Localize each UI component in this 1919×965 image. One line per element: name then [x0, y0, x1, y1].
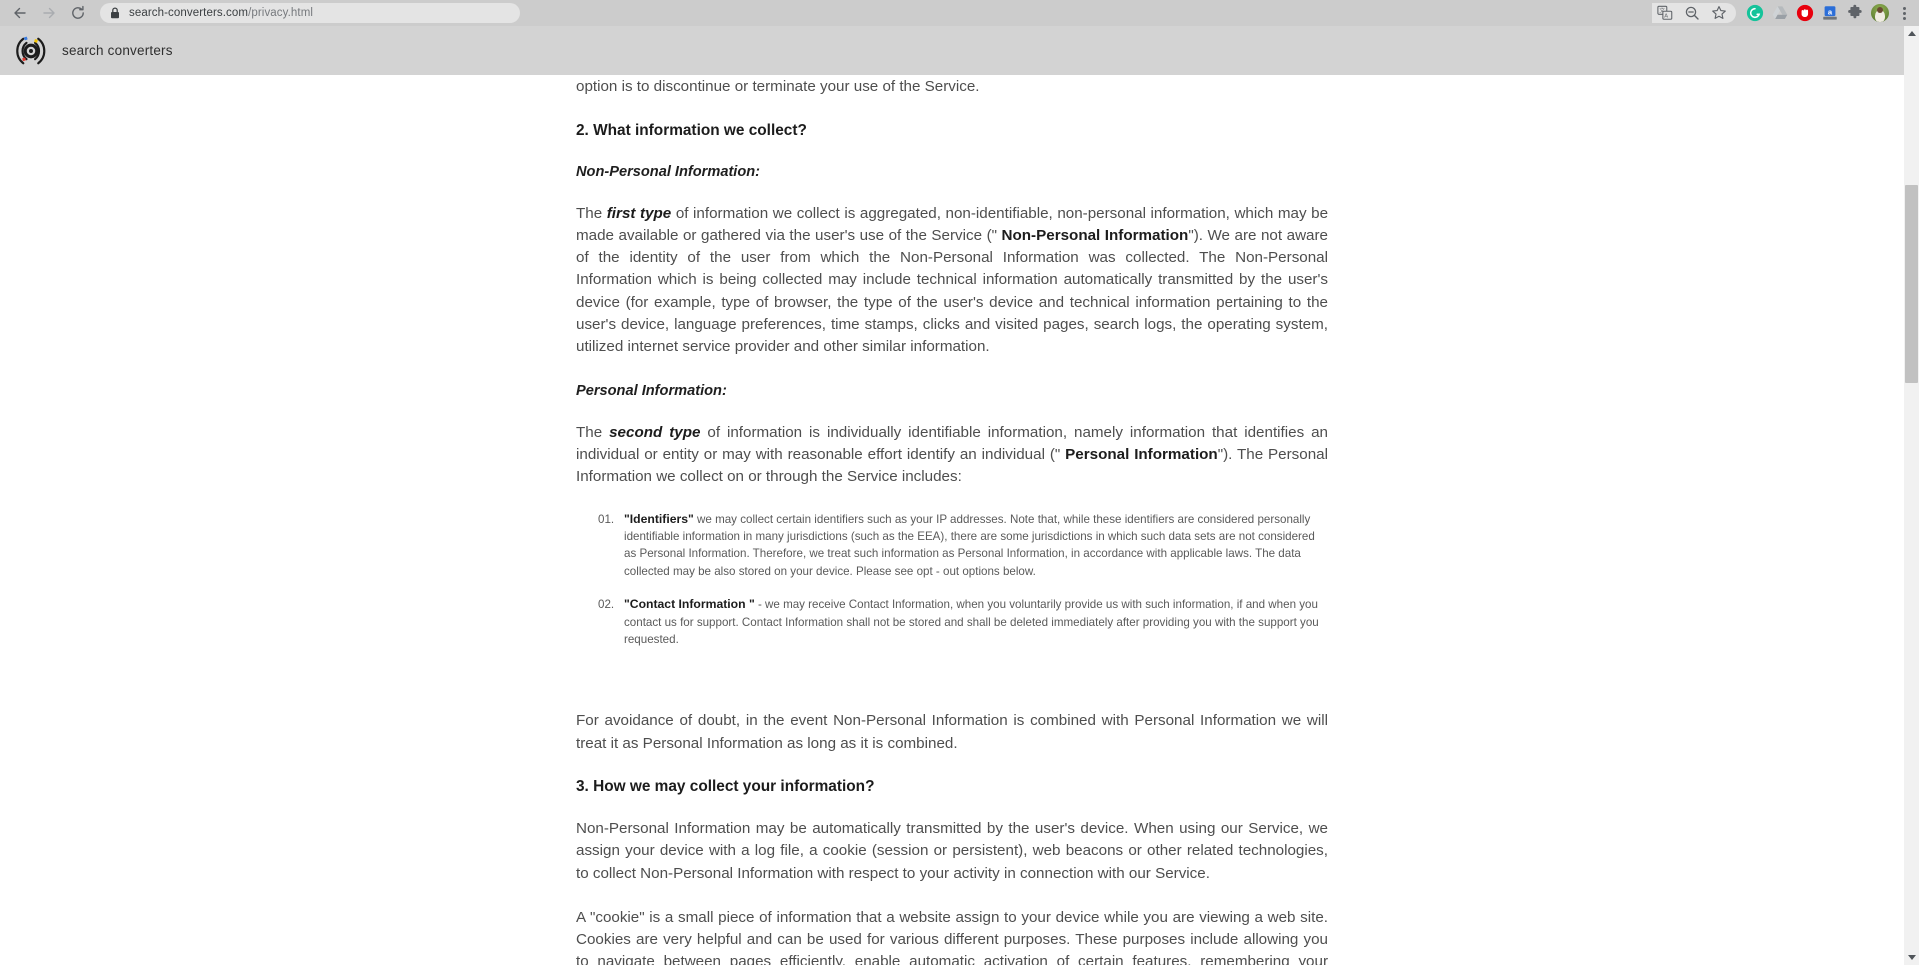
emphasis-first-type: first type — [606, 204, 672, 222]
forward-button[interactable] — [37, 1, 61, 25]
list-item: "Contact Information " - we may receive … — [598, 596, 1328, 648]
paragraph-first-type: The first type of information we collect… — [576, 203, 1328, 359]
brand[interactable]: search converters — [0, 32, 173, 70]
paragraph-cookie-definition: A "cookie" is a small piece of informati… — [576, 908, 1328, 965]
paragraph-second-type: The second type of information is indivi… — [576, 422, 1328, 489]
defined-term-non-personal-information: Non-Personal Information — [1001, 226, 1189, 244]
scroll-up-arrow-icon[interactable] — [1904, 26, 1919, 41]
navigation-buttons — [0, 1, 90, 25]
google-drive-extension-icon[interactable] — [1768, 2, 1792, 24]
text-fragment: The — [576, 204, 607, 222]
clipped-intro-paragraph: amendments from time to time. If you do … — [576, 78, 980, 96]
reload-icon — [72, 5, 84, 19]
text-fragment: The — [576, 423, 610, 441]
scroll-down-arrow-icon[interactable] — [1904, 950, 1919, 965]
emphasis-second-type: second type — [609, 423, 701, 441]
adblock-extension-icon[interactable] — [1793, 2, 1817, 24]
paragraph-collection-methods: Non-Personal Information may be automati… — [576, 820, 1328, 882]
back-button[interactable] — [8, 1, 32, 25]
heading-what-information-we-collect: 2. What information we collect? — [576, 121, 807, 139]
forward-arrow-icon — [43, 7, 55, 19]
zoom-search-icon[interactable] — [1681, 2, 1703, 24]
page-scrollbar[interactable] — [1904, 26, 1919, 965]
page-content: amendments from time to time. If you do … — [0, 75, 1904, 965]
list-item-term: "Contact Information " — [624, 597, 755, 612]
grammarly-extension-icon[interactable] — [1743, 2, 1767, 24]
heading-how-we-may-collect: 3. How we may collect your information? — [576, 778, 875, 795]
chrome-menu-icon[interactable] — [1893, 2, 1915, 24]
subheading-personal-information: Personal Information: — [576, 382, 727, 399]
omnibox-action-icons: 文 A — [1652, 3, 1736, 23]
amazon-assistant-extension-icon[interactable]: a — [1818, 2, 1842, 24]
toolbar-actions: 文 A a — [1652, 2, 1919, 24]
list-item-text: we may collect certain identifiers such … — [624, 512, 1315, 578]
browser-toolbar: search-converters.com/privacy.html 文 A a — [0, 0, 1919, 26]
extensions-puzzle-icon[interactable] — [1843, 2, 1867, 24]
lock-icon — [110, 7, 120, 19]
profile-avatar[interactable] — [1871, 4, 1889, 22]
address-bar-url: search-converters.com/privacy.html — [129, 7, 313, 19]
scrollbar-thumb[interactable] — [1905, 185, 1918, 383]
search-converters-logo-icon — [16, 36, 46, 64]
address-bar[interactable]: search-converters.com/privacy.html — [100, 3, 520, 23]
subheading-non-personal-information: Non-Personal Information: — [576, 163, 761, 180]
list-item-term: "Identifiers" — [624, 511, 694, 526]
svg-text:A: A — [1664, 14, 1668, 20]
translate-icon[interactable]: 文 A — [1654, 2, 1676, 24]
paragraph-avoidance-of-doubt: For avoidance of doubt, in the event Non… — [576, 712, 1328, 752]
bookmark-star-icon[interactable] — [1708, 2, 1730, 24]
reload-button[interactable] — [66, 1, 90, 25]
back-arrow-icon — [14, 7, 26, 19]
page-viewport: amendments from time to time. If you do … — [0, 26, 1919, 965]
list-item: "Identifiers" we may collect certain ide… — [598, 511, 1328, 581]
defined-term-personal-information: Personal Information — [1065, 445, 1218, 463]
svg-text:a: a — [1828, 7, 1833, 16]
url-domain: search-converters.com — [129, 7, 249, 19]
personal-information-list: "Identifiers" we may collect certain ide… — [576, 511, 1328, 649]
text-fragment: "). We are not aware of the identity of … — [576, 226, 1328, 356]
site-header: search converters — [0, 26, 1904, 75]
brand-name: search converters — [62, 43, 173, 58]
privacy-policy-document: amendments from time to time. If you do … — [576, 75, 1328, 965]
url-path: /privacy.html — [248, 7, 314, 19]
